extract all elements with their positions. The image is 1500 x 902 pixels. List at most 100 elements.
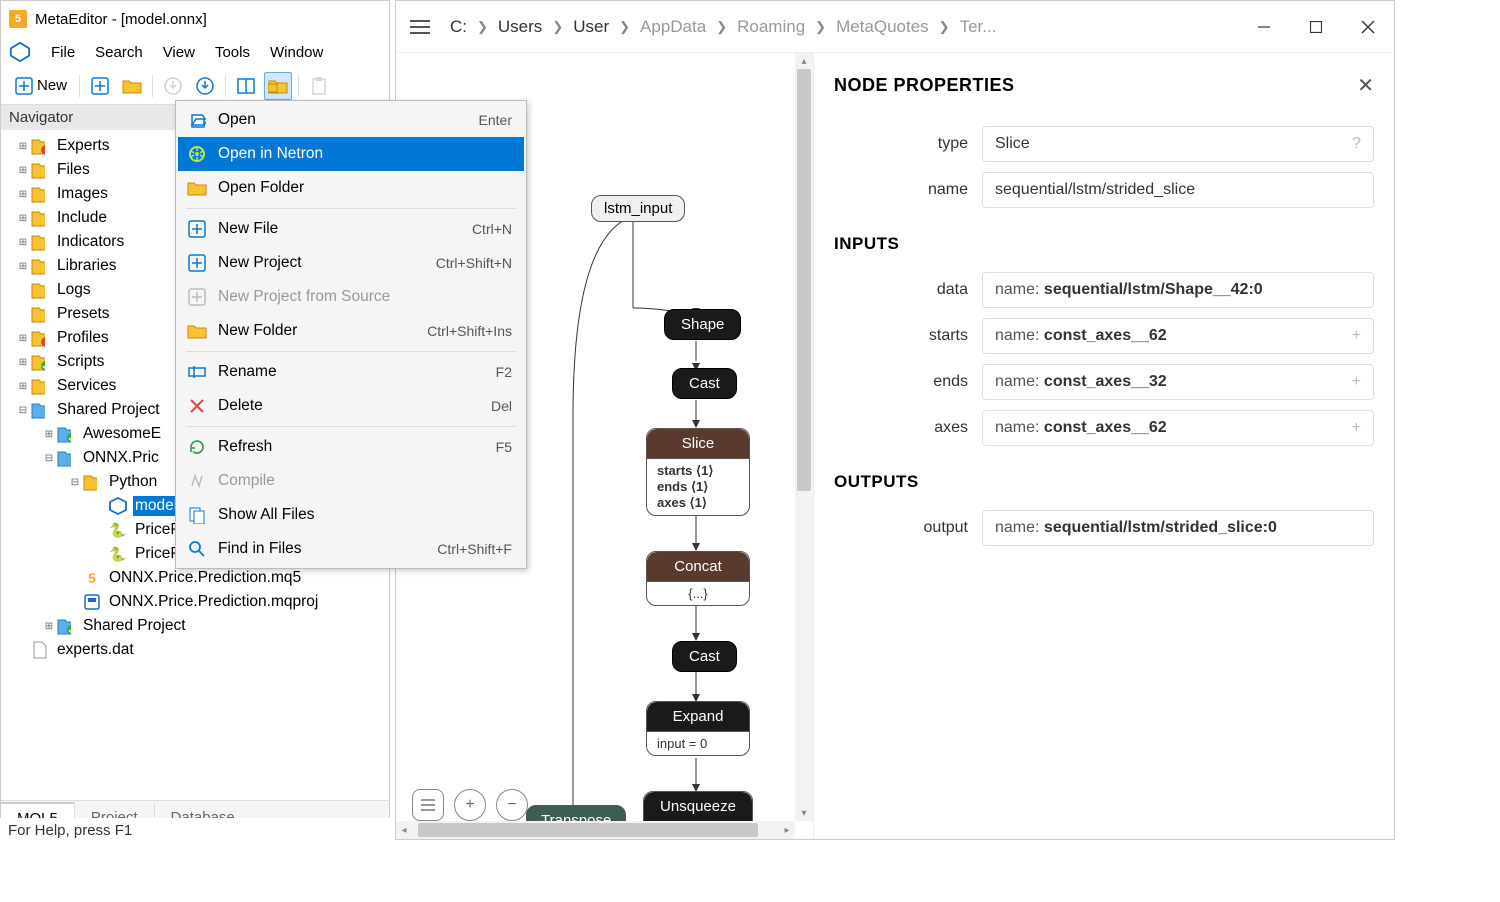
menu-search[interactable]: Search [85,40,153,65]
ctx-new-folder[interactable]: New FolderCtrl+Shift+Ins [178,314,524,348]
expander-icon[interactable]: ⊞ [15,186,31,202]
chevron-right-icon: ❯ [617,19,632,35]
ctx-rename[interactable]: RenameF2 [178,355,524,389]
graph-node-slice[interactable]: Slice starts ⟨1⟩ ends ⟨1⟩ axes ⟨1⟩ [646,428,750,516]
ctx-find-in-files[interactable]: Find in FilesCtrl+Shift+F [178,532,524,566]
expander-icon[interactable]: ⊞ [15,258,31,274]
expander-icon[interactable]: ⊞ [15,234,31,250]
graph-list-button[interactable] [412,789,444,821]
ctx-new-project[interactable]: New ProjectCtrl+Shift+N [178,246,524,280]
netron-title-bar: C:❯Users❯User❯AppData❯Roaming❯MetaQuotes… [396,1,1394,53]
download-toolbar-button[interactable] [159,72,187,100]
expander-icon[interactable] [93,522,109,538]
expander-icon[interactable]: ⊞ [41,618,57,634]
expander-icon[interactable]: ⊞ [15,162,31,178]
expander-icon[interactable]: ⊞ [15,354,31,370]
expander-icon[interactable] [15,306,31,322]
hamburger-button[interactable] [396,19,444,35]
breadcrumb-segment[interactable]: Roaming [731,15,811,39]
breadcrumb-segment[interactable]: Ter... [954,15,1003,39]
tree-label: ONNX.Pric [81,448,161,468]
new-button[interactable]: New [9,75,73,97]
prop-value[interactable]: name: const_axes__32+ [982,364,1374,400]
prop-value[interactable]: name: sequential/lstm/strided_slice:0 [982,510,1374,546]
expander-icon[interactable] [67,570,83,586]
breadcrumb-segment[interactable]: AppData [634,15,712,39]
prop-value[interactable]: name: const_axes__62+ [982,410,1374,446]
graph-node-cast1[interactable]: Cast [672,368,737,399]
ctx-open[interactable]: OpenEnter [178,103,524,137]
horizontal-scrollbar[interactable]: ◂ ▸ [396,821,795,839]
open-folder-toolbar-button[interactable] [118,72,146,100]
graph-node-expand[interactable]: Expand input = 0 [646,701,750,756]
new-file-toolbar-button[interactable] [86,72,114,100]
expander-icon[interactable]: ⊞ [15,378,31,394]
expander-icon[interactable] [15,282,31,298]
status-bar: For Help, press F1 [0,818,390,846]
mqproj-icon [83,593,101,611]
ctx-show-all-files[interactable]: Show All Files [178,498,524,532]
ctx-label: New Project [218,254,436,272]
expand-icon[interactable]: + [1352,419,1361,437]
breadcrumb-segment[interactable]: User [567,15,615,39]
ctx-label: Open [218,111,479,129]
expander-icon[interactable] [67,594,83,610]
graph-input-node[interactable]: lstm_input [591,195,685,222]
tree-label: ONNX.Price.Prediction.mqproj [107,592,320,612]
menu-window[interactable]: Window [260,40,333,65]
graph-node-shape[interactable]: Shape [664,309,741,340]
menu-tools[interactable]: Tools [205,40,260,65]
plus-box-icon [15,77,33,95]
expander-icon[interactable] [93,498,109,514]
menu-file[interactable]: File [41,40,85,65]
folder-shared-icon [57,617,75,635]
prop-value[interactable]: name: const_axes__62+ [982,318,1374,354]
prop-name-value[interactable]: sequential/lstm/strided_slice [982,172,1374,208]
expander-icon[interactable]: ⊟ [67,474,83,490]
expand-icon[interactable]: + [1352,327,1361,345]
prop-value[interactable]: name: sequential/lstm/Shape__42:0 [982,272,1374,308]
expander-icon[interactable]: ⊞ [15,210,31,226]
layout-toolbar-button[interactable] [232,72,260,100]
properties-close-button[interactable]: ✕ [1357,73,1374,98]
graph-node-cast2[interactable]: Cast [672,641,737,672]
upload-toolbar-button[interactable] [191,72,219,100]
tree-item[interactable]: ⊞Shared Project [1,614,389,638]
tree-item[interactable]: 5ONNX.Price.Prediction.mq5 [1,566,389,590]
list-icon [421,798,435,812]
zoom-in-button[interactable]: + [454,789,486,821]
tree-item[interactable]: ONNX.Price.Prediction.mqproj [1,590,389,614]
prop-type-value[interactable]: Slice? [982,126,1374,162]
tree-layout-toolbar-button[interactable] [264,72,292,100]
breadcrumb-segment[interactable]: MetaQuotes [830,15,935,39]
expander-icon[interactable]: ⊟ [41,450,57,466]
close-button[interactable] [1342,6,1394,48]
minimize-button[interactable] [1238,6,1290,48]
ctx-shortcut: Ctrl+N [472,221,512,237]
ctx-open-in-netron[interactable]: Open in Netron [178,137,524,171]
chevron-right-icon: ❯ [714,19,729,35]
expander-icon[interactable] [15,642,31,658]
tree-item[interactable]: experts.dat [1,638,389,662]
ctx-open-folder[interactable]: Open Folder [178,171,524,205]
graph-node-concat[interactable]: Concat {...} [646,551,750,606]
expander-icon[interactable]: ⊟ [15,402,31,418]
expander-icon[interactable]: ⊞ [41,426,57,442]
folder-icon [31,185,49,203]
help-icon[interactable]: ? [1352,135,1361,153]
vertical-scrollbar[interactable]: ▴ ▾ [795,53,813,821]
download-circle-icon [196,77,214,95]
expander-icon[interactable] [93,546,109,562]
maximize-button[interactable] [1290,6,1342,48]
clipboard-toolbar-button[interactable] [305,72,333,100]
ctx-delete[interactable]: DeleteDel [178,389,524,423]
menu-view[interactable]: View [153,40,205,65]
expand-icon[interactable]: + [1352,373,1361,391]
zoom-out-button[interactable]: − [496,789,528,821]
breadcrumb-segment[interactable]: Users [492,15,548,39]
breadcrumb-segment[interactable]: C: [444,15,473,39]
expander-icon[interactable]: ⊞ [15,330,31,346]
ctx-refresh[interactable]: RefreshF5 [178,430,524,464]
expander-icon[interactable]: ⊞ [15,138,31,154]
ctx-new-file[interactable]: New FileCtrl+N [178,212,524,246]
